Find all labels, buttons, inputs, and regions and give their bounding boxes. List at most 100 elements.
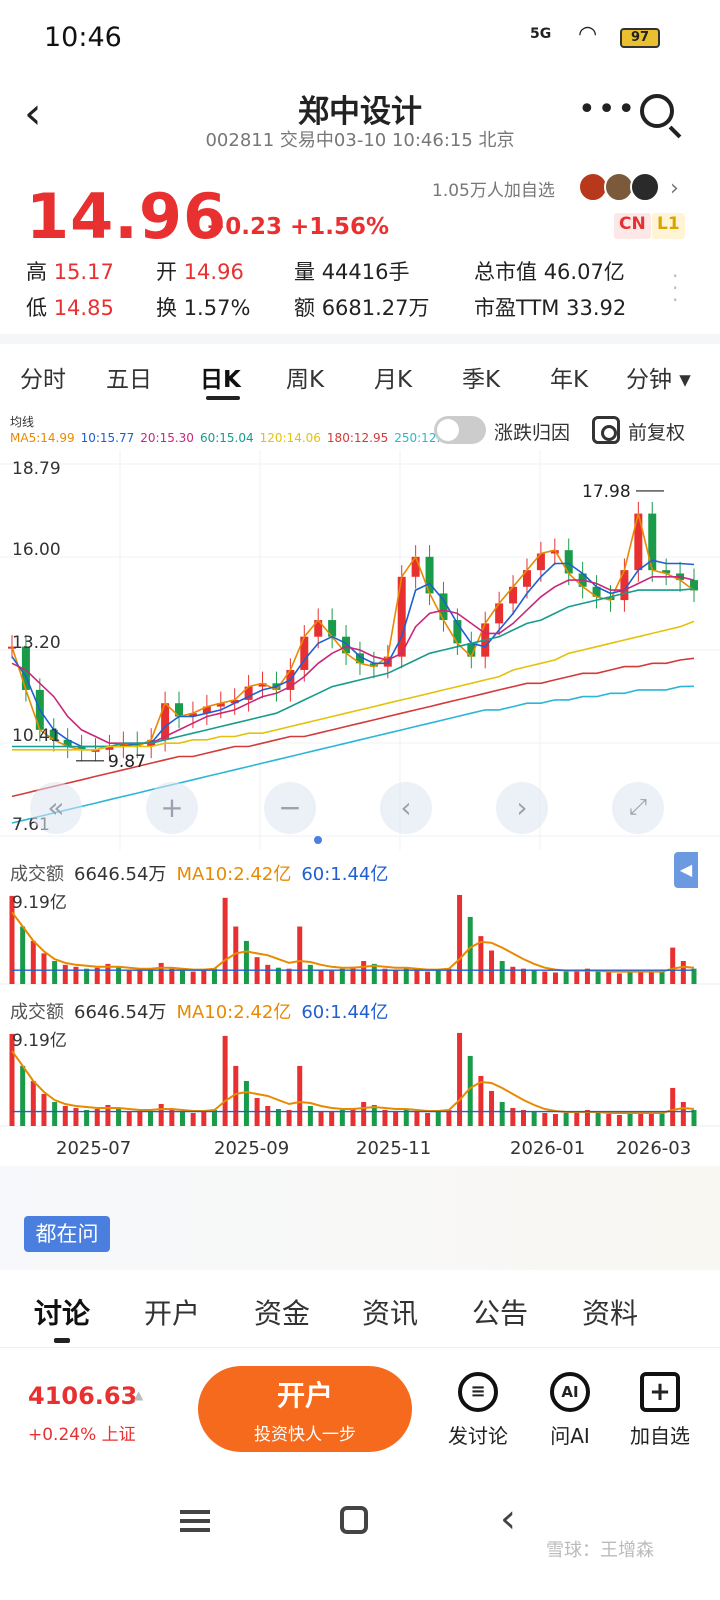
collapse-panel-icon[interactable]: ◀ [674,852,698,888]
volume-bar [627,1113,633,1126]
volume-bar [627,972,633,984]
stock-subtitle: 002811 交易中03-10 10:46:15 北京 [205,130,515,151]
volume-bar [222,897,228,984]
adjust-mode-label[interactable]: 前复权 [628,418,685,445]
volume-chart[interactable]: 9.19亿 [0,888,720,988]
search-icon[interactable] [640,94,674,128]
followers-count[interactable]: 1.05万人加自选 [432,176,555,201]
ma-legend-item: 20:15.30 [140,431,194,445]
volume-chart[interactable]: 9.19亿 [0,1026,720,1130]
volume-bar [382,968,388,984]
volume-bar [126,1110,132,1126]
volume-bar [616,1114,622,1126]
index-value[interactable]: 4106.63 [28,1382,137,1410]
quote-stats: 高 15.17 开 14.96 量 44416手 总市值 46.07亿 低 14… [26,256,686,326]
tab-content-3[interactable]: 资讯 [362,1292,418,1332]
attribution-toggle[interactable] [434,416,486,444]
ma-legend-item: 60:15.04 [199,431,254,445]
high-annotation: 17.98 [582,482,631,502]
index-change[interactable]: +0.24% 上证 [28,1420,136,1445]
tab-period-7[interactable]: 分钟 ▾ [626,360,691,394]
volume-bar [41,953,47,984]
tab-content-1[interactable]: 开户 [144,1292,200,1332]
market-tag: CN [614,213,651,239]
volume-bar [116,1107,122,1126]
volume-bar [211,1109,217,1126]
volume-bar [499,1101,505,1126]
ask-badge[interactable]: 都在问 [24,1216,110,1252]
attribution-label[interactable]: 涨跌归因 [494,418,570,445]
tab-period-0[interactable]: 分时 [20,360,66,394]
volume-y-label: 9.19亿 [12,1031,67,1051]
ma-line-180 [11,657,695,798]
volume-bar [659,1112,665,1126]
adjust-icon[interactable] [592,416,620,444]
signal-icon: 5G [530,26,552,42]
y-tick-label: 13.20 [12,633,61,653]
add-watchlist-button[interactable]: + 加自选 [620,1372,700,1449]
y-tick-label: 18.79 [12,459,61,479]
more-stats-icon[interactable]: · · · [672,266,682,310]
volume-bar [297,926,303,984]
tab-period-5[interactable]: 季K [462,360,500,394]
y-tick-label: 16.00 [12,540,61,560]
stat-turnover: 换 1.57% [156,296,251,320]
volume-bar [30,1080,36,1126]
volume-bar [531,970,537,984]
volume-bar [435,969,441,984]
tab-period-4[interactable]: 月K [374,360,412,394]
post-discussion-button[interactable]: ≡ 发讨论 [438,1372,518,1449]
tab-content-4[interactable]: 公告 [472,1292,528,1332]
stat-pe-ttm: 市盈TTM 33.92 [474,296,627,320]
open-account-button[interactable]: 开户 投资快人一步 [198,1366,412,1452]
home-icon[interactable] [340,1506,368,1534]
scroll-right-icon[interactable]: › [496,782,548,834]
volume-bar [638,1112,644,1126]
kline-chart[interactable]: 18.7916.0013.2010.417.6117.989.87 [0,450,720,850]
volume-bar [670,1087,676,1126]
follower-avatars[interactable] [578,172,662,204]
nav-back-icon[interactable]: ‹ [500,1496,516,1542]
chevron-right-icon[interactable]: › [670,176,679,201]
ma-legend-item: 10:15.77 [80,431,135,445]
battery-icon: 97 [620,28,660,48]
scroll-left-icon[interactable]: ‹ [380,782,432,834]
zoom-in-icon[interactable]: + [146,782,198,834]
tab-period-3[interactable]: 周K [286,360,324,394]
volume-bar [499,961,505,984]
watermark: 雪球：王增森 [546,1540,654,1561]
volume-bar [126,969,132,984]
x-tick-label: 2025-07 [56,1138,132,1159]
tab-period-2[interactable]: 日K [200,360,241,394]
fullscreen-icon[interactable]: ⤢ [612,782,664,834]
add-watchlist-icon: + [640,1372,680,1412]
volume-bar [531,1111,537,1126]
ma-legend-item: 均线 [10,415,35,429]
zoom-out-far-icon[interactable]: « [30,782,82,834]
volume-y-label: 9.19亿 [12,893,67,913]
tab-content-2[interactable]: 资金 [254,1292,310,1332]
volume-bar [116,966,122,984]
volume-bar [84,1109,90,1126]
volume-bar [286,1109,292,1126]
tab-period-6[interactable]: 年K [550,360,588,394]
volume-bar [552,972,558,984]
ma-line-10 [11,559,695,748]
menu-icon[interactable] [180,1510,210,1532]
volume-bar [297,1065,303,1126]
zoom-out-icon[interactable]: − [264,782,316,834]
more-icon[interactable]: ••• [578,92,637,127]
tab-period-1[interactable]: 五日 [106,360,152,394]
current-price: 14.96 [26,180,228,253]
ask-ai-button[interactable]: AI 问AI [530,1372,610,1449]
volume-bar [670,947,676,984]
volume-bar [606,972,612,984]
volume-bar [521,1109,526,1126]
volume-bar [542,1112,548,1126]
ma-line-60 [12,588,695,748]
volume-bar [489,1090,495,1126]
tab-content-5[interactable]: 资料 [582,1292,638,1332]
volume-bar [435,1110,441,1126]
tab-content-0[interactable]: 讨论 [34,1292,90,1332]
stat-low: 低 14.85 [26,296,114,320]
